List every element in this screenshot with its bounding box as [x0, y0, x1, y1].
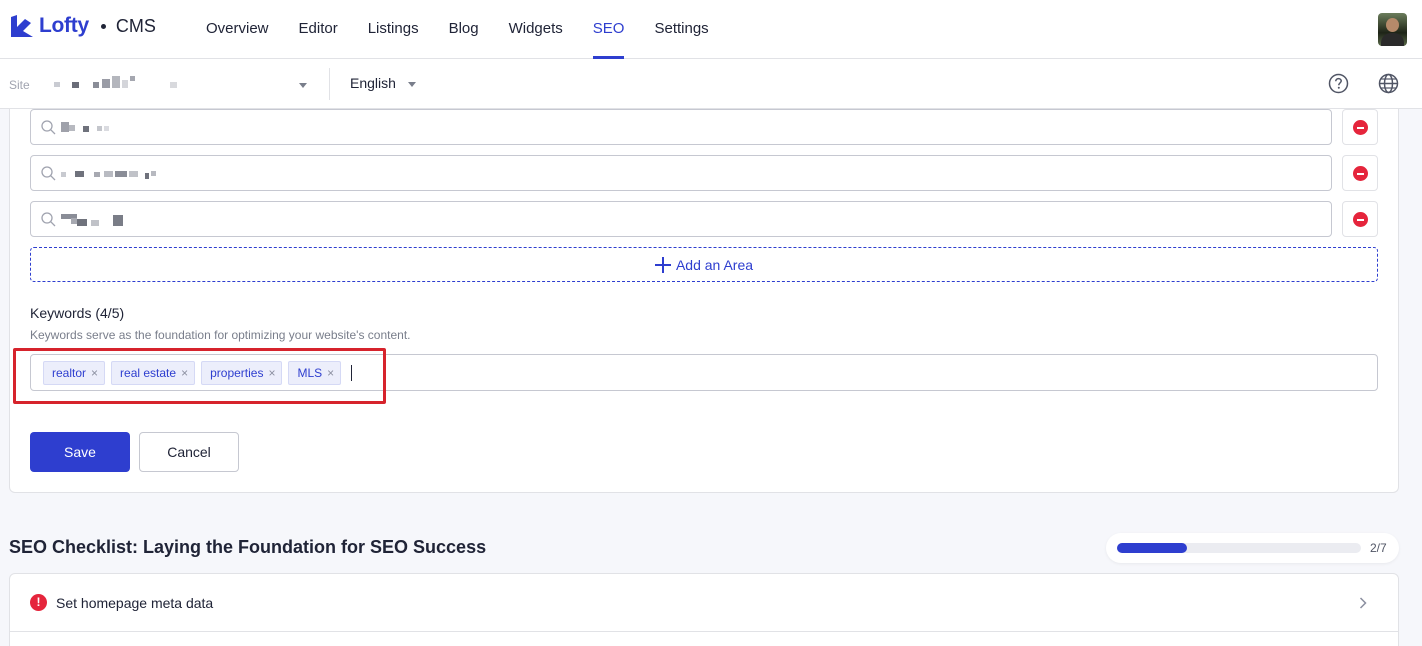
divider: [329, 68, 330, 100]
caret-down-icon: [299, 83, 307, 88]
add-area-label: Add an Area: [675, 256, 754, 273]
site-bar: Site English: [0, 59, 1422, 109]
nav-item-widgets[interactable]: Widgets: [494, 0, 578, 59]
area-input[interactable]: [30, 201, 1332, 237]
checklist-list: ! Set homepage meta data: [9, 573, 1399, 646]
checklist-title: SEO Checklist: Laying the Foundation for…: [9, 537, 487, 557]
help-icon[interactable]: [1328, 73, 1349, 94]
caret-down-icon: [408, 82, 416, 87]
keywords-title: Keywords (4/5): [30, 305, 125, 321]
remove-circle-icon: [1353, 120, 1368, 135]
avatar[interactable]: [1378, 13, 1407, 46]
annotation-highlight-box: [13, 348, 386, 404]
nav-item-blog[interactable]: Blog: [434, 0, 494, 59]
logo[interactable]: Lofty CMS: [9, 13, 156, 39]
nav-item-seo[interactable]: SEO: [578, 0, 640, 59]
remove-circle-icon: [1353, 166, 1368, 181]
remove-circle-icon: [1353, 212, 1368, 227]
nav-item-editor[interactable]: Editor: [284, 0, 353, 59]
area-value-redacted: [61, 122, 191, 134]
top-nav: Lofty CMS Overview Editor Listings Blog …: [0, 0, 1422, 59]
checklist-item[interactable]: ! Set homepage meta data: [10, 574, 1398, 632]
area-input[interactable]: [30, 155, 1332, 191]
progress-track: [1117, 543, 1361, 553]
language-select[interactable]: English: [350, 75, 416, 91]
plus-icon: [654, 256, 671, 273]
globe-icon[interactable]: [1378, 73, 1399, 94]
nav-item-overview[interactable]: Overview: [191, 0, 284, 59]
lofty-logo-icon: [11, 15, 33, 37]
logo-separator: [100, 23, 106, 29]
area-value-redacted: [61, 168, 191, 180]
product-name: CMS: [115, 15, 156, 36]
remove-area-button[interactable]: [1342, 109, 1378, 145]
progress-fill: [1117, 543, 1187, 553]
warning-icon: !: [30, 594, 47, 611]
save-button[interactable]: Save: [30, 432, 130, 472]
search-icon: [41, 212, 56, 227]
search-icon: [41, 120, 56, 135]
site-select[interactable]: [52, 76, 307, 92]
chevron-right-icon: [1359, 597, 1367, 609]
checklist-item-label: Set homepage meta data: [56, 595, 214, 611]
add-area-button[interactable]: Add an Area: [30, 247, 1378, 282]
progress-text: 2/7: [1370, 541, 1387, 555]
area-input[interactable]: [30, 109, 1332, 145]
search-icon: [41, 166, 56, 181]
remove-area-button[interactable]: [1342, 201, 1378, 237]
keywords-description: Keywords serve as the foundation for opt…: [30, 328, 411, 342]
logo-text: Lofty: [39, 14, 89, 37]
site-label: Site: [9, 78, 30, 92]
nav-item-listings[interactable]: Listings: [353, 0, 434, 59]
language-label: English: [350, 75, 396, 91]
cancel-button[interactable]: Cancel: [139, 432, 239, 472]
remove-area-button[interactable]: [1342, 155, 1378, 191]
checklist-progress: 2/7: [1106, 533, 1399, 563]
main-nav: Overview Editor Listings Blog Widgets SE…: [191, 0, 724, 59]
nav-item-settings[interactable]: Settings: [639, 0, 723, 59]
area-value-redacted: [61, 214, 191, 226]
seo-settings-card: Add an Area Keywords (4/5) Keywords serv…: [9, 109, 1399, 493]
